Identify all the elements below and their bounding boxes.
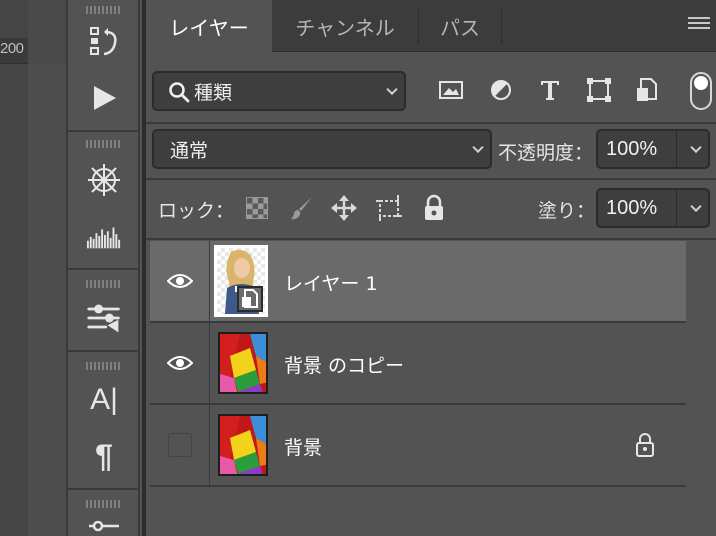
chevron-down-icon xyxy=(472,141,484,154)
dock-divider xyxy=(68,130,138,132)
dock-divider xyxy=(68,268,138,270)
tab-layers[interactable]: レイヤー xyxy=(146,0,272,53)
ruler-tick-label: 200 xyxy=(0,40,24,57)
dock-grip[interactable] xyxy=(86,6,122,14)
opacity-label: 不透明度： xyxy=(498,142,594,164)
adjustment-filter-icon[interactable] xyxy=(487,76,515,104)
document-canvas: 200 xyxy=(0,0,66,536)
layer-row[interactable]: レイヤー 1 xyxy=(150,241,686,321)
panel-divider xyxy=(146,178,716,180)
blend-mode-select[interactable]: 通常 xyxy=(152,129,492,169)
fill-field[interactable]: 100% xyxy=(596,188,710,228)
fill-label: 塗り： xyxy=(538,200,596,222)
dock-grip[interactable] xyxy=(86,280,122,288)
panel-menu-icon[interactable] xyxy=(688,17,710,33)
type-filter-icon[interactable] xyxy=(536,76,564,104)
layer-name[interactable]: 背景 のコピー xyxy=(284,351,404,378)
chevron-down-icon[interactable] xyxy=(690,200,702,213)
layer-name[interactable]: レイヤー 1 xyxy=(284,269,378,296)
row-divider xyxy=(150,485,686,487)
paragraph-icon[interactable]: ¶ xyxy=(86,438,122,474)
layer-row[interactable]: 背景 のコピー xyxy=(150,323,686,403)
shape-filter-icon[interactable] xyxy=(585,76,613,104)
panel-divider xyxy=(146,238,716,240)
layer-thumbnail xyxy=(214,245,268,317)
image-filter-icon[interactable] xyxy=(437,76,465,104)
play-icon[interactable] xyxy=(86,80,122,116)
smart-object-filter-icon[interactable] xyxy=(633,76,661,104)
dock-grip[interactable] xyxy=(86,362,122,370)
layer-row[interactable]: 背景 xyxy=(150,405,686,485)
chevron-down-icon[interactable] xyxy=(690,141,702,154)
opacity-value: 100% xyxy=(606,137,658,160)
chevron-down-icon xyxy=(386,83,398,96)
layer-lock-icon xyxy=(634,432,656,462)
visibility-toggle[interactable] xyxy=(150,323,210,403)
lock-position-icon[interactable] xyxy=(330,194,358,226)
filter-toggle-icon[interactable] xyxy=(690,72,712,110)
panel-icon-dock: A| ¶ xyxy=(66,0,140,536)
search-icon xyxy=(169,82,190,103)
dock-grip[interactable] xyxy=(86,500,122,508)
layer-thumbnail xyxy=(218,332,268,394)
lock-label: ロック： xyxy=(158,200,235,222)
lock-pixels-icon[interactable] xyxy=(288,194,316,226)
eye-icon xyxy=(166,356,193,370)
canvas-area[interactable] xyxy=(28,64,66,536)
histogram-icon[interactable] xyxy=(86,218,122,254)
filter-kind-select[interactable]: 種類 xyxy=(152,71,406,111)
filter-kind-label: 種類 xyxy=(194,81,233,104)
tab-divider xyxy=(501,8,502,44)
opacity-field[interactable]: 100% xyxy=(596,129,710,169)
visibility-toggle[interactable] xyxy=(150,405,210,485)
tab-channels[interactable]: チャンネル xyxy=(272,0,418,52)
dock-grip[interactable] xyxy=(86,140,122,148)
panel-divider xyxy=(146,122,716,124)
dock-divider xyxy=(68,350,138,352)
lock-artboard-icon[interactable] xyxy=(374,194,404,226)
layer-name[interactable]: 背景 xyxy=(284,433,322,460)
adjustments-icon[interactable] xyxy=(86,300,122,336)
visibility-toggle[interactable] xyxy=(150,241,210,321)
layers-panel: レイヤー チャンネル パス 種類 通常 不透明度： 100% ロック： 塗り： … xyxy=(142,0,716,536)
properties-icon[interactable] xyxy=(86,514,122,536)
hidden-visibility-box xyxy=(167,433,192,457)
vertical-ruler xyxy=(0,0,28,536)
blend-mode-value: 通常 xyxy=(170,139,209,162)
eye-icon xyxy=(166,274,193,288)
fill-value: 100% xyxy=(606,196,658,219)
history-icon[interactable] xyxy=(86,24,122,60)
lock-all-icon[interactable] xyxy=(422,194,446,226)
lock-transparency-icon[interactable] xyxy=(246,197,268,219)
panel-tab-bar: レイヤー チャンネル パス xyxy=(146,0,716,53)
smart-object-badge-icon xyxy=(237,286,263,312)
brush-settings-icon[interactable] xyxy=(86,162,122,198)
dock-divider xyxy=(68,488,138,490)
layer-thumbnail xyxy=(218,414,268,476)
character-icon[interactable]: A| xyxy=(86,382,122,418)
tab-paths[interactable]: パス xyxy=(419,0,501,52)
